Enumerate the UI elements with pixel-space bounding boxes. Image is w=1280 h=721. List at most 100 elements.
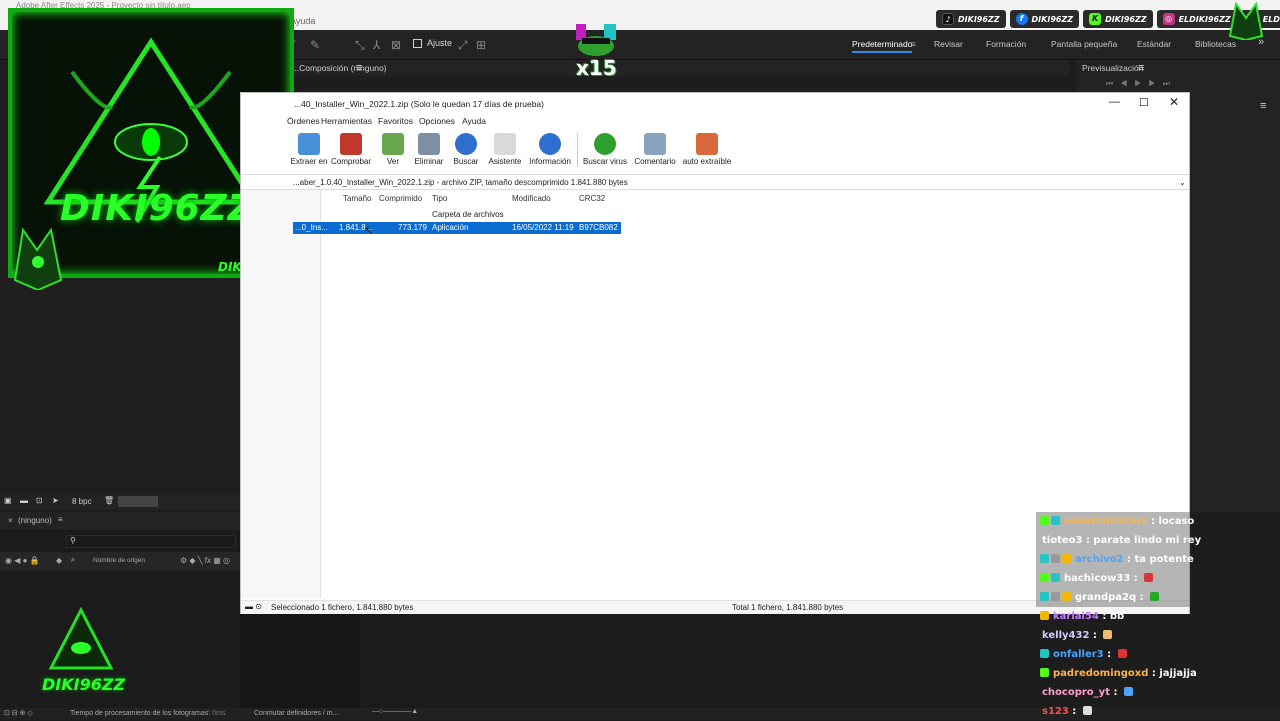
chat-badge-icon: [1051, 554, 1060, 563]
chat-username[interactable]: padredomingoxd: [1053, 668, 1148, 679]
zoom-slider[interactable]: —○————▲: [372, 708, 418, 715]
chat-username[interactable]: karlai54: [1053, 611, 1099, 622]
close-button[interactable]: ✕: [1169, 95, 1179, 109]
expand-icon[interactable]: ⤢: [458, 38, 468, 53]
chat-username[interactable]: chocopro_yt: [1042, 687, 1110, 698]
timeline-header: × (ninguno) ≡: [0, 512, 240, 530]
interpret-icon[interactable]: ▣: [4, 496, 12, 505]
chat-message: karlai54 : bb: [1036, 607, 1280, 626]
workspace-tab-training[interactable]: Formación: [986, 39, 1026, 49]
status-icons[interactable]: ⊡ ⊟ ⊕ ◇: [4, 709, 33, 717]
preview-controls[interactable]: ⏮◀▶▶⏭: [1106, 79, 1177, 89]
label-icon[interactable]: ◆: [56, 556, 62, 565]
chat-text: :: [1103, 649, 1115, 660]
chat-username[interactable]: onfaller3: [1053, 649, 1104, 660]
switches-icons[interactable]: ◉ ◀ ● 🔒: [5, 556, 40, 565]
pin-tool-icon[interactable]: ✎: [310, 38, 320, 52]
col-crc32[interactable]: CRC32: [579, 194, 605, 203]
thumbnail-slider[interactable]: [118, 496, 158, 507]
virus-scan-button[interactable]: Buscar virus: [581, 133, 629, 166]
axis-icon[interactable]: ⅄: [373, 38, 380, 52]
folder-icon[interactable]: ▬: [20, 496, 28, 505]
effects-menu-icon[interactable]: ≡: [1260, 100, 1266, 112]
snap-grid-icon[interactable]: ⊞: [476, 38, 486, 52]
col-modified[interactable]: Modificado: [512, 194, 551, 203]
extract-button[interactable]: Extraer en: [285, 133, 333, 166]
new-comp-icon[interactable]: ⊡: [36, 496, 43, 505]
social-tiktok: ♪ DIKI96ZZ: [936, 10, 1006, 28]
composition-menu-icon[interactable]: ≡: [356, 62, 362, 74]
search-icon: ⚲: [70, 536, 76, 545]
chat-username[interactable]: valentintintin1: [1064, 516, 1148, 527]
chat-badge-icon: [1040, 611, 1049, 620]
workspace-tab-standard[interactable]: Estándar: [1137, 39, 1171, 49]
workspace-tab-review[interactable]: Revisar: [934, 39, 963, 49]
col-type[interactable]: Tipo: [432, 194, 447, 203]
bpc-label[interactable]: 8 bpc: [72, 497, 92, 506]
wand-icon: [494, 133, 516, 155]
layer-switches-icons[interactable]: ⚙ ◆ ╲ fx ▦ ◎: [180, 556, 230, 565]
menu-herramientas[interactable]: Herramientas: [321, 116, 372, 126]
col-size[interactable]: Tamaño: [343, 194, 371, 203]
chevron-down-icon[interactable]: ⌄: [1179, 175, 1186, 190]
menu-ayuda[interactable]: Ayuda: [462, 116, 486, 126]
chat-username[interactable]: kelly432: [1042, 630, 1089, 641]
winrar-titlebar: ...40_Installer_Win_2022.1.zip (Solo le …: [241, 93, 1189, 115]
col-compressed[interactable]: Comprimido: [379, 194, 422, 203]
wizard-button[interactable]: Asistente: [481, 133, 529, 166]
workspace-menu-icon[interactable]: ≡: [911, 39, 916, 49]
test-button[interactable]: Comprobar: [327, 133, 375, 166]
archive-path-bar[interactable]: ...aber_1.0.40_Installer_Win_2022.1.zip …: [241, 174, 1189, 190]
kick-icon: K: [1089, 13, 1102, 25]
menu-favoritos[interactable]: Favoritos: [378, 116, 413, 126]
sfx-button[interactable]: auto extraíble: [679, 133, 735, 166]
chat-emote-icon: [1144, 573, 1154, 582]
chat-message: s123 :: [1036, 702, 1280, 721]
chat-message: grandpa2q :: [1036, 588, 1190, 607]
snap-icon[interactable]: ⤡: [355, 38, 365, 53]
chat-badge-icon: [1040, 554, 1049, 563]
info-icon: [539, 133, 561, 155]
mouse-cursor-icon: ↖: [364, 225, 374, 237]
chat-username[interactable]: hachicow33: [1064, 573, 1130, 584]
chat-text: : ta potente: [1123, 554, 1194, 565]
status-render-time: Tiempo de procesamiento de los fotograma…: [70, 710, 226, 717]
info-button[interactable]: Información: [526, 133, 574, 166]
chat-username[interactable]: archivo2: [1075, 554, 1124, 565]
toolbar-divider: [577, 133, 578, 167]
chat-emote-icon: [1150, 592, 1160, 601]
minimize-button[interactable]: —: [1109, 96, 1120, 108]
preview-menu-icon[interactable]: ≡: [1138, 62, 1144, 74]
flowchart-icon[interactable]: ➤: [52, 496, 59, 505]
chat-username[interactable]: grandpa2q: [1075, 592, 1136, 603]
file-compressed: 773.179: [398, 223, 427, 232]
comment-button[interactable]: Comentario: [631, 133, 679, 166]
grid-icon[interactable]: ⊠: [391, 38, 401, 52]
ajuste-checkbox[interactable]: [413, 39, 422, 48]
composition-panel-title: ...Composición (ninguno): [292, 63, 387, 73]
preview-panel: Previsualización ≡ ⏮◀▶▶⏭: [1076, 60, 1280, 92]
trash-icon[interactable]: 🗑: [104, 496, 114, 505]
maximize-button[interactable]: ☐: [1139, 96, 1149, 109]
corner-mascot-icon: [1228, 1, 1264, 40]
timeline-search-input[interactable]: ⚲: [66, 535, 236, 548]
workspace-tab-default[interactable]: Predeterminado: [852, 39, 913, 53]
chat-username[interactable]: tioteo3: [1042, 535, 1082, 546]
timeline-close-icon[interactable]: ×: [8, 516, 13, 525]
menu-ordenes[interactable]: Órdenes: [287, 116, 320, 126]
chat-badge-icon: [1040, 668, 1049, 677]
menu-opciones[interactable]: Opciones: [419, 116, 455, 126]
chat-text: : locaso: [1147, 516, 1195, 527]
timeline-tab[interactable]: (ninguno): [18, 516, 52, 525]
table-row[interactable]: ...0_Ins... 1.841.8... 773.179 Aplicació…: [293, 222, 621, 234]
workspace-tab-libraries[interactable]: Bibliotecas: [1195, 39, 1236, 49]
file-type: Aplicación: [432, 223, 469, 232]
folder-row-type[interactable]: Carpeta de archivos: [432, 210, 504, 219]
chat-username[interactable]: s123: [1042, 706, 1069, 717]
chat-text: :: [1109, 687, 1121, 698]
timeline-menu-icon[interactable]: ≡: [58, 515, 63, 524]
workspace-tab-small-screen[interactable]: Pantalla pequeña: [1051, 39, 1117, 49]
chat-message: tioteo3 : parate lindo mi rey: [1036, 531, 1201, 550]
status-toggle[interactable]: Conmutar definidores / m...: [254, 710, 338, 717]
book-icon: [382, 133, 404, 155]
